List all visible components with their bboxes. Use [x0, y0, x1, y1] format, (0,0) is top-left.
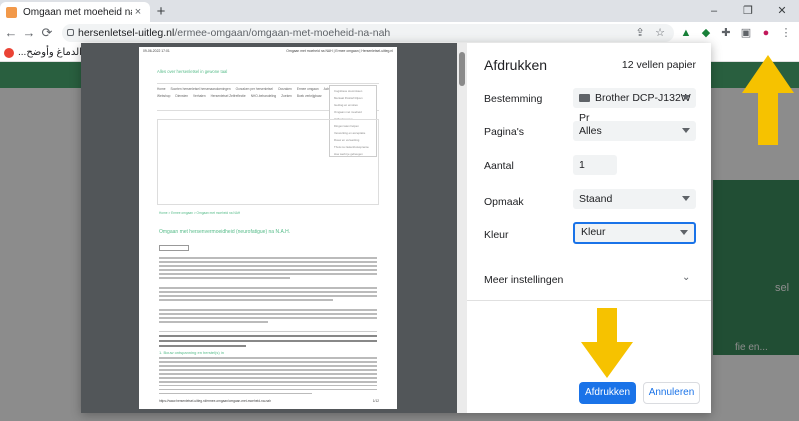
- preview-page: 09-06-2022 17:01 Omgaan met moeheid na N…: [139, 47, 397, 409]
- url-host: hersenletsel-uitleg.nl: [78, 27, 175, 39]
- profile-avatar-icon[interactable]: ●: [758, 25, 774, 41]
- print-title: Afdrukken: [484, 57, 548, 73]
- preview-nav-item: NHO-behandeling: [250, 94, 277, 98]
- bookmark-star-icon[interactable]: ☆: [652, 25, 668, 41]
- preview-footer: https://www.hersenletsel-uitleg.nl/ermee…: [159, 399, 379, 403]
- tab-title: Omgaan met moeheid na NAH: [23, 6, 132, 18]
- preview-audio-widget: [159, 245, 189, 251]
- preview-image-placeholder: [157, 119, 379, 205]
- reload-icon[interactable]: ⟳: [38, 24, 56, 42]
- color-select[interactable]: Kleur: [573, 222, 696, 244]
- preview-nav-item: Boek verkrijgbaar: [296, 94, 322, 98]
- preview-nav-item: Oorzaken: [277, 87, 292, 91]
- settings-divider: [467, 300, 711, 301]
- destination-label: Bestemming: [484, 93, 543, 105]
- site-favicon-icon: [6, 6, 17, 18]
- preview-text-block-2: [159, 287, 377, 303]
- cancel-button[interactable]: Annuleren: [643, 382, 700, 404]
- more-settings-toggle[interactable]: Meer instellingen: [484, 274, 563, 286]
- preview-section-title: 1. Bouw ontspanning en herstel(s) in: [159, 350, 224, 355]
- maximize-button[interactable]: ❐: [731, 0, 765, 22]
- minimize-button[interactable]: –: [697, 0, 731, 22]
- tab-close-icon[interactable]: ×: [132, 6, 144, 18]
- preview-menu-item: Mentaal Positief blijven: [334, 96, 363, 100]
- color-value: Kleur: [581, 226, 606, 238]
- color-label: Kleur: [484, 229, 509, 241]
- preview-text-block-1: [159, 257, 377, 281]
- extensions-puzzle-icon[interactable]: ✚: [718, 25, 734, 41]
- layout-select[interactable]: Staand: [573, 189, 696, 209]
- preview-quote: [159, 331, 377, 347]
- new-tab-button[interactable]: +: [152, 3, 170, 21]
- lock-icon: [67, 29, 74, 36]
- chevron-down-icon: [682, 196, 690, 201]
- forward-icon[interactable]: →: [20, 24, 38, 42]
- expand-chevron-icon[interactable]: ⌄: [682, 272, 690, 283]
- close-window-button[interactable]: ✕: [765, 0, 799, 22]
- print-button[interactable]: Afdrukken: [579, 382, 636, 404]
- destination-select[interactable]: Brother DCP-J132W Pr: [573, 88, 696, 124]
- tab-active[interactable]: Omgaan met moeheid na NAH ×: [0, 2, 150, 22]
- printer-icon: [579, 94, 590, 103]
- drive-extension-icon[interactable]: ▲: [678, 25, 694, 41]
- back-icon[interactable]: ←: [2, 24, 20, 42]
- copies-label: Aantal: [484, 160, 514, 172]
- preview-nav-item: Webshop: [157, 94, 171, 98]
- preview-nav-item: Hersenletsel Zelfreflectie: [210, 94, 246, 98]
- preview-header-title: Omgaan met moeheid na NAH | Ermee omgaan…: [286, 49, 393, 53]
- preview-text-block-3: [159, 309, 377, 325]
- chevron-down-icon: [682, 128, 690, 133]
- copies-value: 1: [579, 159, 585, 171]
- preview-footer-url: https://www.hersenletsel-uitleg.nl/ermee…: [159, 399, 271, 403]
- address-bar[interactable]: hersenletsel-uitleg.nl/ermee-omgaan/omga…: [62, 24, 674, 42]
- chevron-down-icon: [680, 230, 688, 235]
- android-extension-icon[interactable]: ◆: [698, 25, 714, 41]
- annotation-arrow-up-icon: [742, 55, 794, 145]
- preview-header: 09-06-2022 17:01 Omgaan met moeheid na N…: [143, 49, 393, 53]
- layout-label: Opmaak: [484, 196, 524, 208]
- google-favicon-icon: [4, 48, 14, 58]
- preview-menu-item: Omgaan met moeheid: [334, 110, 362, 114]
- preview-scrollbar[interactable]: [457, 43, 467, 413]
- preview-breadcrumb: Home > Ermee omgaan > Omgaan met moeheid…: [159, 211, 241, 215]
- side-panel-icon[interactable]: ▣: [738, 25, 754, 41]
- preview-nav-item: Diensten: [175, 94, 189, 98]
- preview-text-block-4: [159, 357, 377, 397]
- pages-label: Pagina's: [484, 126, 524, 138]
- preview-nav-item: Home: [157, 87, 166, 91]
- preview-nav-item: Zoeken: [281, 94, 292, 98]
- preview-brand: Alles over hersenletsel in gewone taal: [157, 69, 228, 74]
- share-icon[interactable]: ⇪: [632, 25, 648, 41]
- annotation-arrow-down-icon: [581, 308, 633, 378]
- preview-nav-item: Soorten hersenletsel hersenaandoeningen: [170, 87, 231, 91]
- preview-menu-item: Gedrag en emoties: [334, 103, 358, 107]
- url-path: /ermee-omgaan/omgaan-met-moeheid-na-nah: [174, 27, 391, 39]
- preview-date: 09-06-2022 17:01: [143, 49, 170, 53]
- menu-kebab-icon[interactable]: ⋮: [778, 25, 794, 41]
- preview-footer-page: 1/12: [372, 399, 379, 403]
- copies-input[interactable]: 1: [573, 155, 617, 175]
- preview-nav-item: Oorzaken per hersenletsel: [235, 87, 273, 91]
- sheet-count: 12 vellen papier: [621, 59, 696, 71]
- pages-value: Alles: [579, 125, 602, 137]
- layout-value: Staand: [579, 193, 613, 205]
- preview-article-title: Omgaan met hersenvermoeidheid (neurofati…: [159, 229, 291, 235]
- preview-nav-item: Verhalen: [193, 94, 206, 98]
- preview-scrollbar-thumb[interactable]: [459, 52, 465, 86]
- preview-menu-item: Cognitieve stoornissen: [334, 89, 363, 93]
- chevron-down-icon: [682, 95, 690, 100]
- preview-nav-item: Ermee omgaan: [296, 87, 319, 91]
- pages-select[interactable]: Alles: [573, 121, 696, 141]
